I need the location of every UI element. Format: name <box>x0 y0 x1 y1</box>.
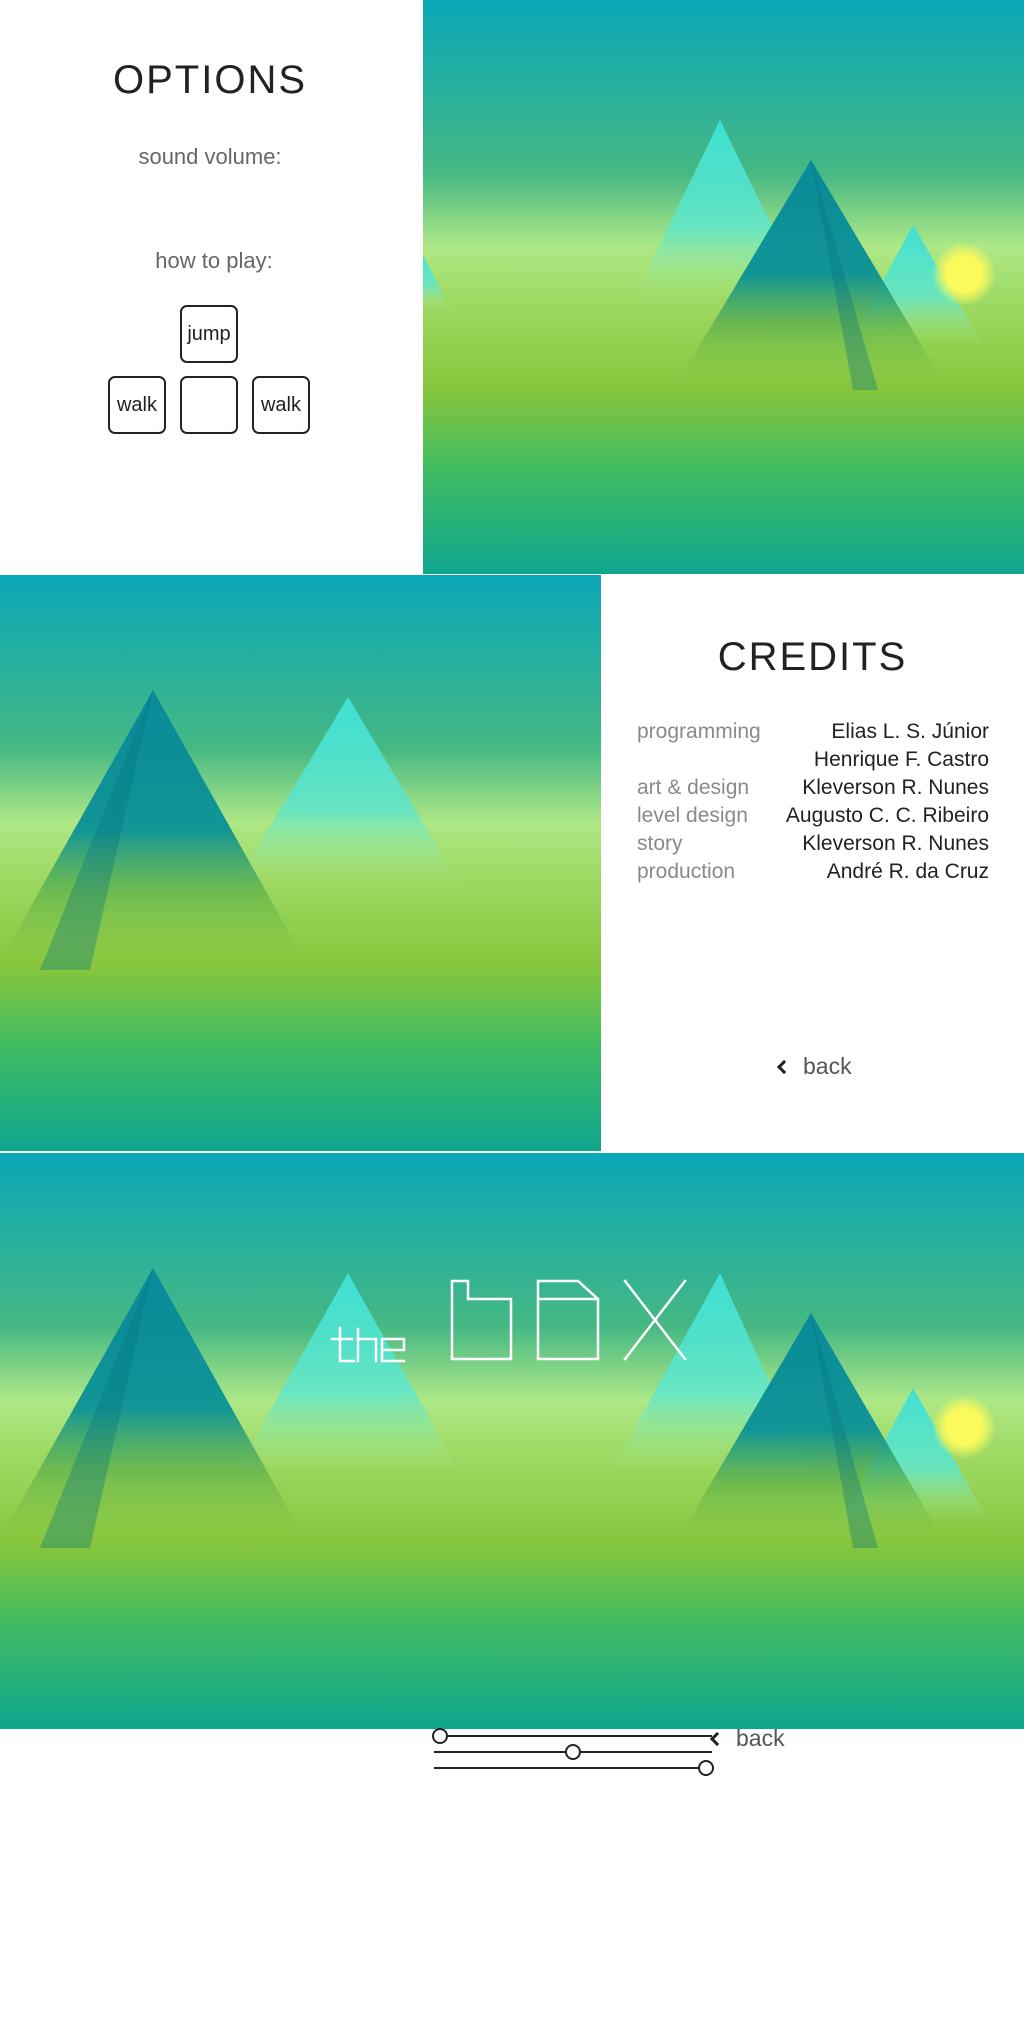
credit-name: Kleverson R. Nunes <box>802 832 989 855</box>
credit-name: Augusto C. C. Ribeiro <box>785 804 989 827</box>
slider-thumb[interactable] <box>698 1760 715 1776</box>
volume-slider-effects[interactable] <box>434 1744 712 1760</box>
back-label: back <box>803 1053 852 1079</box>
credit-name: Kleverson R. Nunes <box>802 776 989 799</box>
chevron-left-icon <box>776 1059 792 1074</box>
game-scene-credits-background <box>0 575 601 1151</box>
sound-volume-label: sound volume: <box>138 144 282 169</box>
game-logo <box>330 1273 700 1363</box>
slider-thumb[interactable] <box>565 1744 581 1760</box>
credits-panel: CREDITS programming Elias L. S. Júnior H… <box>601 575 1024 1151</box>
credit-name: Elias L. S. Júnior <box>831 720 989 743</box>
sun <box>932 1395 996 1459</box>
credit-role: level design <box>637 804 748 827</box>
credit-name: Henrique F. Castro <box>813 748 989 771</box>
credit-name: André R. da Cruz <box>826 860 989 883</box>
options-panel: OPTIONS sound volume: how to play: jump … <box>0 0 423 574</box>
options-back-button[interactable]: back <box>709 1725 785 1752</box>
credits-row: production André R. da Cruz <box>637 860 989 888</box>
volume-slider-master[interactable] <box>434 1760 715 1776</box>
credits-back-button[interactable]: back <box>776 1053 852 1080</box>
credit-role: programming <box>637 720 761 743</box>
how-to-play-label: how to play: <box>155 248 273 273</box>
credit-role: production <box>637 860 736 883</box>
credits-row: level design Augusto C. C. Ribeiro <box>637 804 989 832</box>
credits-row: programming Elias L. S. Júnior <box>637 720 989 748</box>
game-scene-title-background <box>0 1153 1024 1729</box>
jump-key: jump <box>180 305 238 363</box>
down-key <box>180 376 238 434</box>
credits-row: Henrique F. Castro <box>637 748 989 776</box>
credit-role: story <box>637 832 683 855</box>
credits-title: CREDITS <box>717 635 908 679</box>
volume-slider-music[interactable] <box>431 1728 712 1744</box>
credits-row: art & design Kleverson R. Nunes <box>637 776 989 804</box>
slider-track <box>434 1767 712 1769</box>
chevron-left-icon <box>709 1731 725 1746</box>
back-label: back <box>736 1725 785 1751</box>
slider-thumb[interactable] <box>431 1728 448 1744</box>
credit-role: art & design <box>637 776 750 799</box>
walk-right-key: walk <box>252 376 310 434</box>
slider-track <box>434 1735 712 1737</box>
walk-left-key: walk <box>108 376 166 434</box>
credits-row: story Kleverson R. Nunes <box>637 832 989 860</box>
options-title: OPTIONS <box>112 58 308 102</box>
sun <box>932 242 996 306</box>
game-scene-options-background <box>423 0 1024 574</box>
